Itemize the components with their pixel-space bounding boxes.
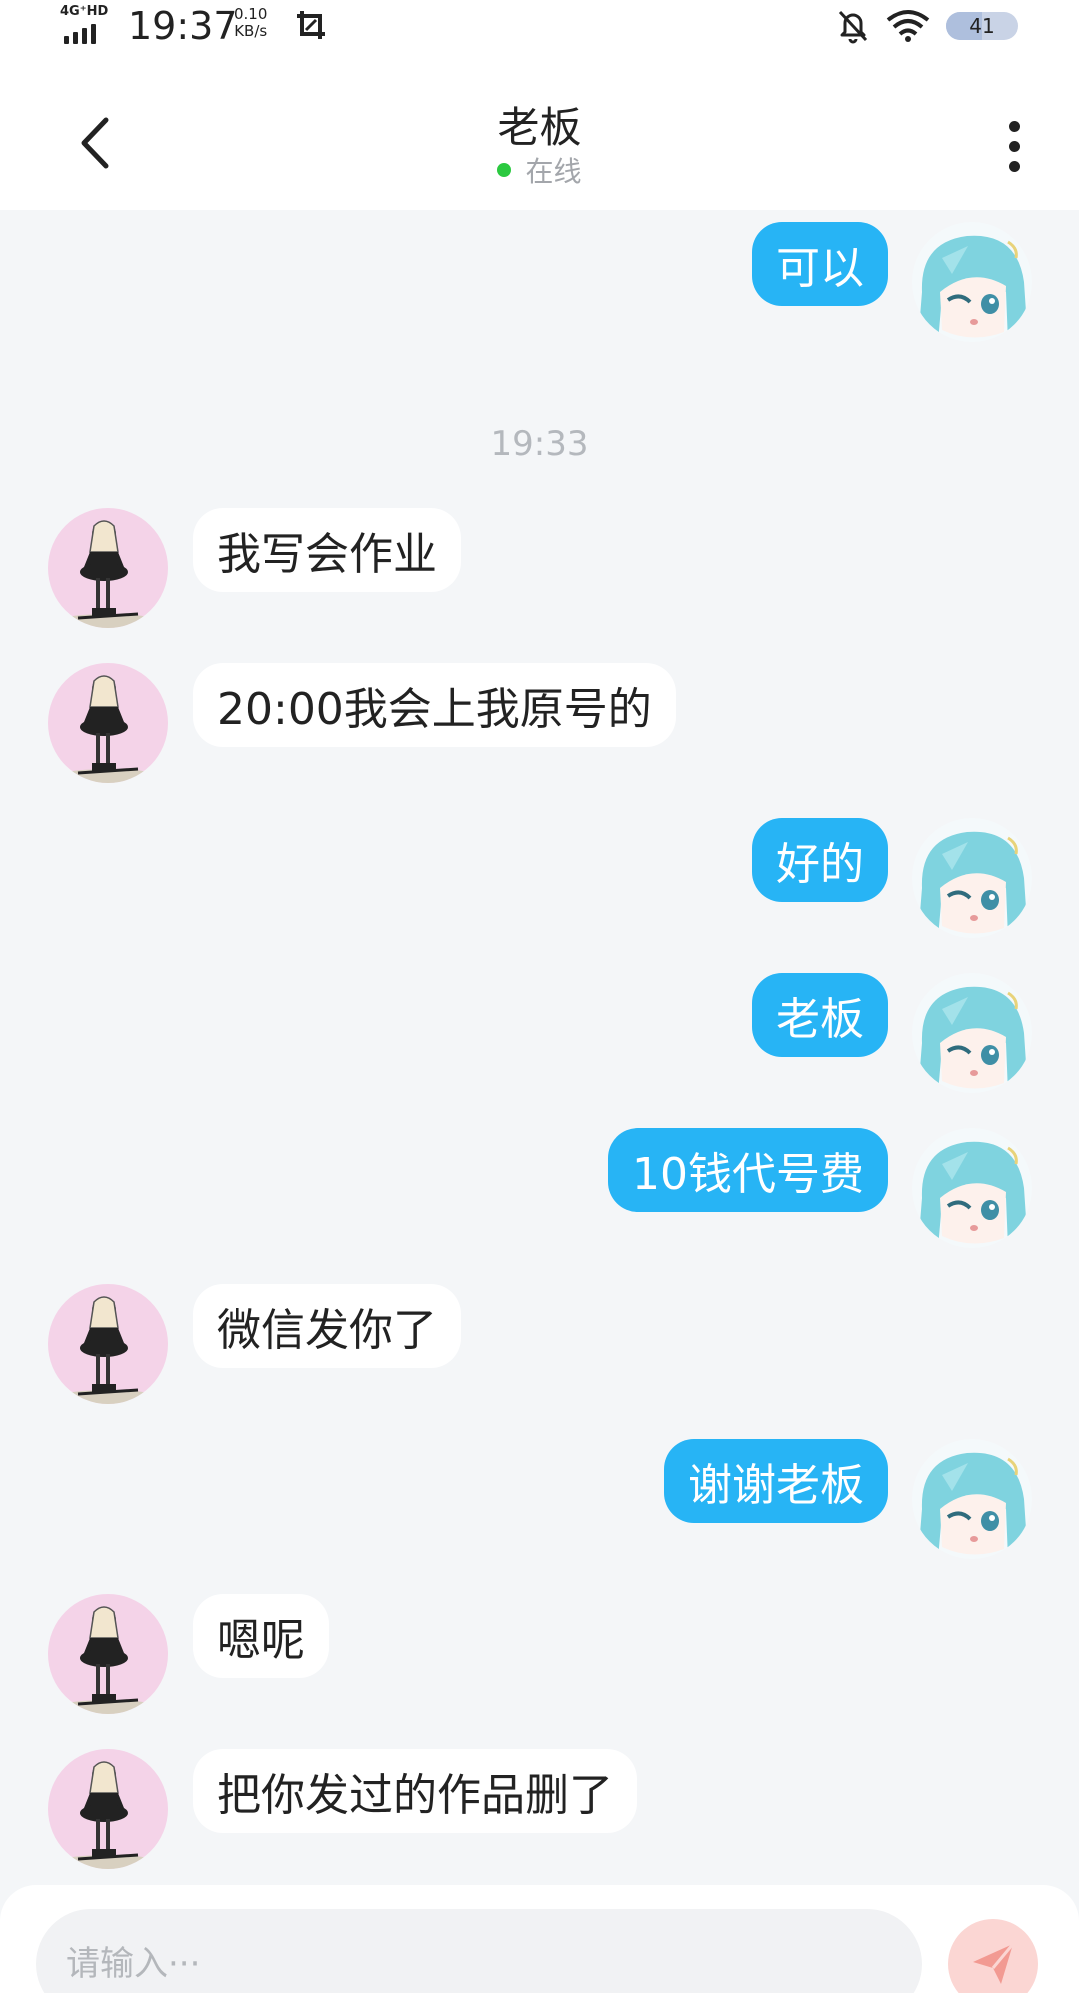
contact-avatar[interactable] bbox=[48, 508, 168, 628]
message-outgoing: 可以 bbox=[0, 222, 1032, 342]
message-bubble[interactable]: 把你发过的作品删了 bbox=[193, 1749, 637, 1833]
message-incoming: 嗯呢 bbox=[48, 1594, 748, 1714]
message-incoming: 微信发你了 bbox=[48, 1284, 748, 1404]
message-outgoing: 10钱代号费 bbox=[0, 1128, 1032, 1248]
send-icon bbox=[973, 1943, 1015, 1984]
message-bubble[interactable]: 可以 bbox=[752, 222, 888, 306]
message-outgoing: 好的 bbox=[0, 818, 1032, 938]
my-avatar[interactable] bbox=[912, 1128, 1032, 1248]
message-bubble[interactable]: 老板 bbox=[752, 973, 888, 1057]
message-input[interactable] bbox=[36, 1909, 922, 1993]
my-avatar[interactable] bbox=[912, 1439, 1032, 1559]
message-bubble[interactable]: 嗯呢 bbox=[193, 1594, 329, 1678]
contact-avatar[interactable] bbox=[48, 1284, 168, 1404]
online-status-label: 在线 bbox=[525, 155, 582, 188]
status-bar: 4G⁺HD 19:37 0.10 KB/s 41 bbox=[0, 0, 1079, 58]
mute-bell-icon bbox=[838, 10, 868, 44]
time-divider: 19:33 bbox=[490, 424, 589, 464]
online-dot-icon bbox=[497, 163, 512, 177]
contact-name: 老板 bbox=[497, 103, 582, 152]
message-bubble[interactable]: 谢谢老板 bbox=[664, 1439, 888, 1523]
message-bubble[interactable]: 微信发你了 bbox=[193, 1284, 461, 1368]
message-bubble[interactable]: 20:00我会上我原号的 bbox=[193, 663, 676, 747]
message-incoming: 把你发过的作品删了 bbox=[48, 1749, 748, 1869]
message-bubble[interactable]: 10钱代号费 bbox=[608, 1128, 888, 1212]
input-bar bbox=[0, 1885, 1079, 1993]
screenshot-icon bbox=[297, 11, 325, 39]
contact-avatar[interactable] bbox=[48, 1749, 168, 1869]
online-status: 在线 bbox=[0, 150, 1079, 190]
clock: 19:37 bbox=[128, 4, 238, 48]
message-outgoing: 谢谢老板 bbox=[0, 1439, 1032, 1559]
contact-avatar[interactable] bbox=[48, 663, 168, 783]
chat-header: 老板 在线 bbox=[0, 58, 1079, 210]
message-incoming: 我写会作业 bbox=[48, 508, 748, 628]
network-type: 4G⁺HD bbox=[60, 4, 109, 19]
message-outgoing: 老板 bbox=[0, 973, 1032, 1093]
signal-icon: 4G⁺HD bbox=[58, 4, 118, 44]
send-button[interactable] bbox=[948, 1919, 1038, 1993]
message-incoming: 20:00我会上我原号的 bbox=[48, 663, 748, 783]
contact-avatar[interactable] bbox=[48, 1594, 168, 1714]
message-bubble[interactable]: 我写会作业 bbox=[193, 508, 461, 592]
network-speed: 0.10 KB/s bbox=[234, 5, 268, 40]
my-avatar[interactable] bbox=[912, 973, 1032, 1093]
my-avatar[interactable] bbox=[912, 222, 1032, 342]
message-bubble[interactable]: 好的 bbox=[752, 818, 888, 902]
more-options-button[interactable] bbox=[990, 106, 1038, 186]
battery-icon: 41 bbox=[946, 12, 1018, 40]
my-avatar[interactable] bbox=[912, 818, 1032, 938]
wifi-icon bbox=[886, 10, 930, 42]
